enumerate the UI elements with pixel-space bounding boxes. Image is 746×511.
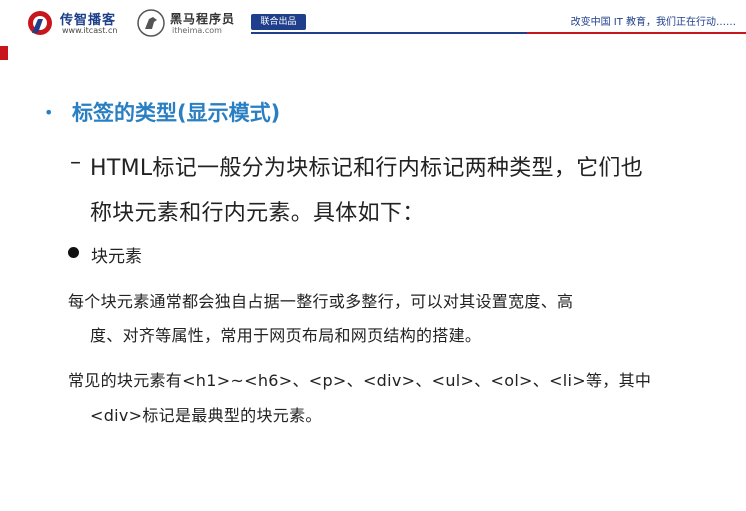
intro-line-1: HTML标记一般分为块标记和行内标记两种类型，它们也	[90, 156, 644, 181]
block-element-subhead: 块元素	[91, 247, 142, 267]
paragraph-1-line-2: 度、对齐等属性，常用于网页布局和网页结构的搭建。	[90, 326, 482, 345]
slide-content: • 标签的类型(显示模式) – HTML标记一般分为块标记和行内标记两种类型，它…	[0, 0, 746, 511]
paragraph-1-line-1: 每个块元素通常都会独自占据一整行或多整行，可以对其设置宽度、高	[68, 292, 574, 311]
intro-line-2: 称块元素和行内元素。具体如下：	[90, 201, 425, 226]
slide-title: 标签的类型(显示模式)	[72, 101, 281, 125]
paragraph-2-line-2: <div>标记是最典型的块元素。	[90, 406, 322, 425]
intro-dash: –	[70, 150, 81, 175]
paragraph-2-line-1: 常见的块元素有<h1>~<h6>、<p>、<div>、<ul>、<ol>、<li…	[68, 371, 652, 390]
title-bullet: •	[44, 103, 54, 122]
subhead-bullet	[68, 247, 79, 258]
